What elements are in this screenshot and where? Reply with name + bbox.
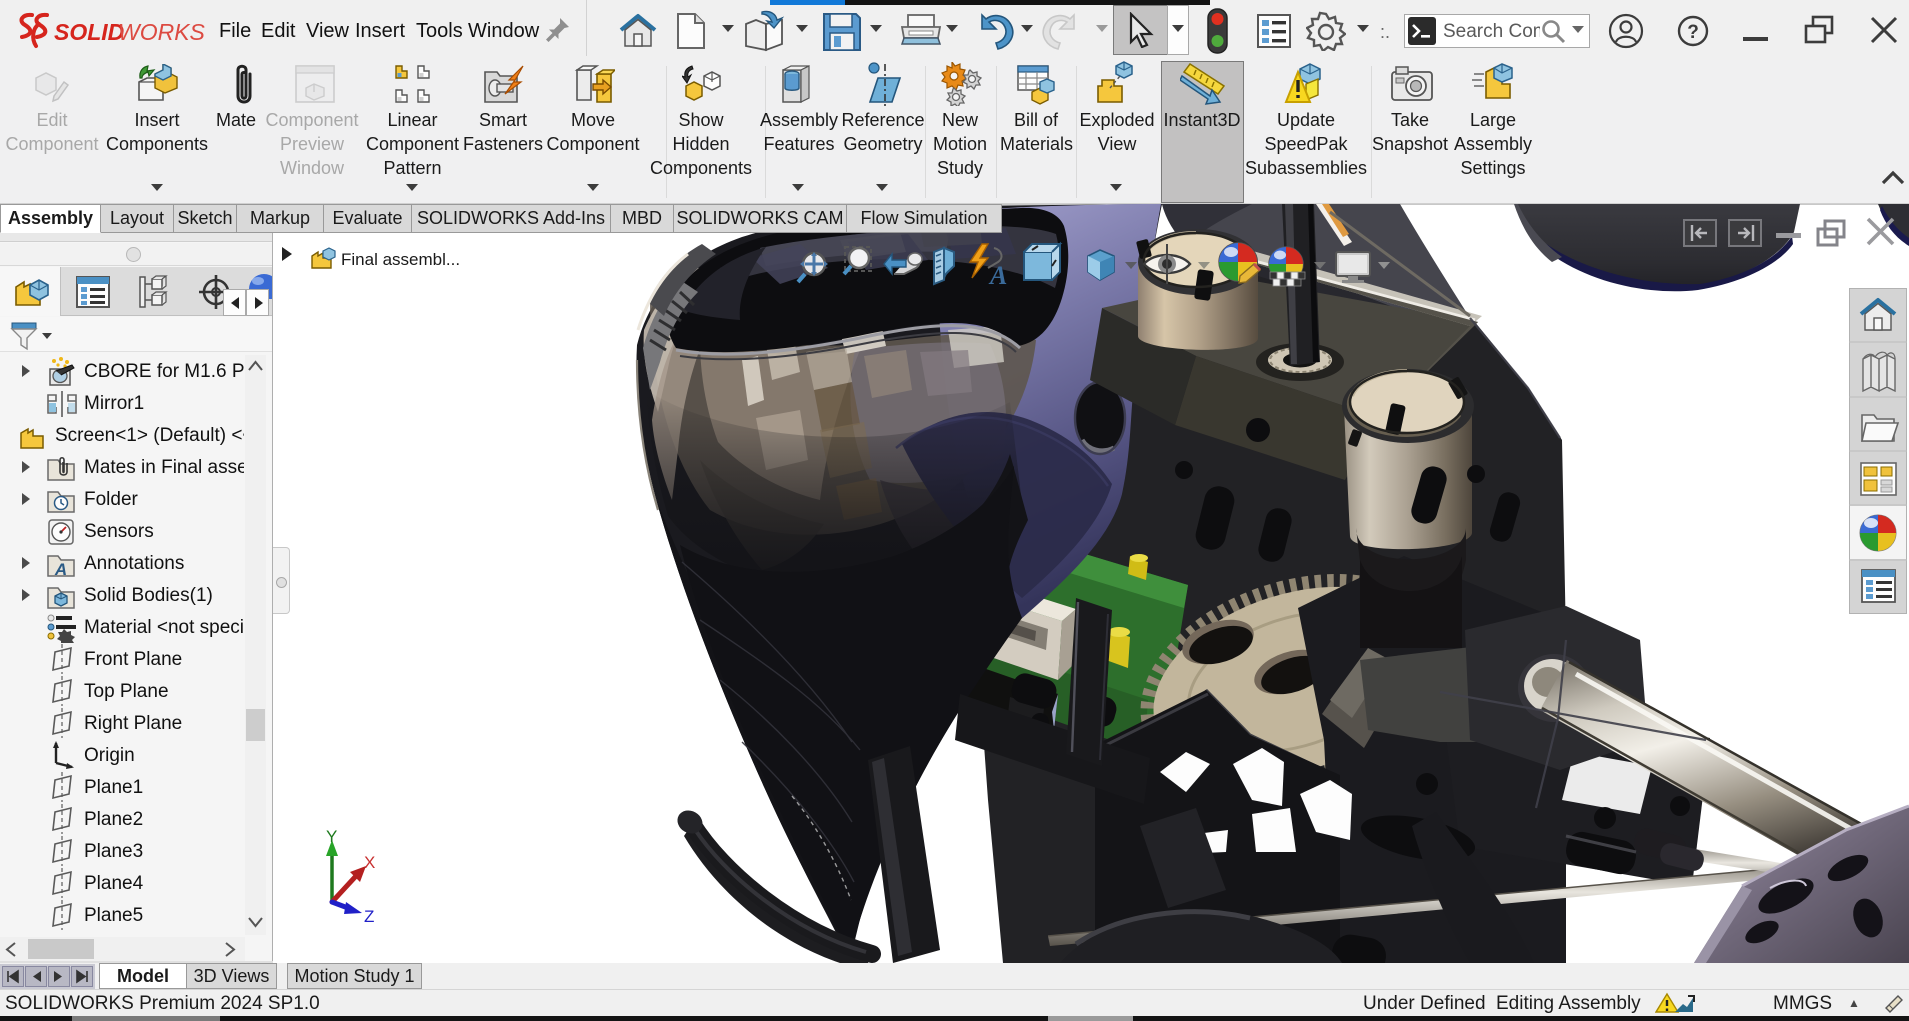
svg-text:WORKS: WORKS — [118, 19, 206, 45]
svg-text:Z: Z — [364, 907, 374, 926]
svg-text:SOLID: SOLID — [54, 19, 124, 45]
svg-text:Y: Y — [326, 827, 337, 846]
svg-text:X: X — [364, 853, 375, 872]
svg-text:?: ? — [1687, 22, 1699, 43]
svg-text:A: A — [54, 560, 67, 578]
